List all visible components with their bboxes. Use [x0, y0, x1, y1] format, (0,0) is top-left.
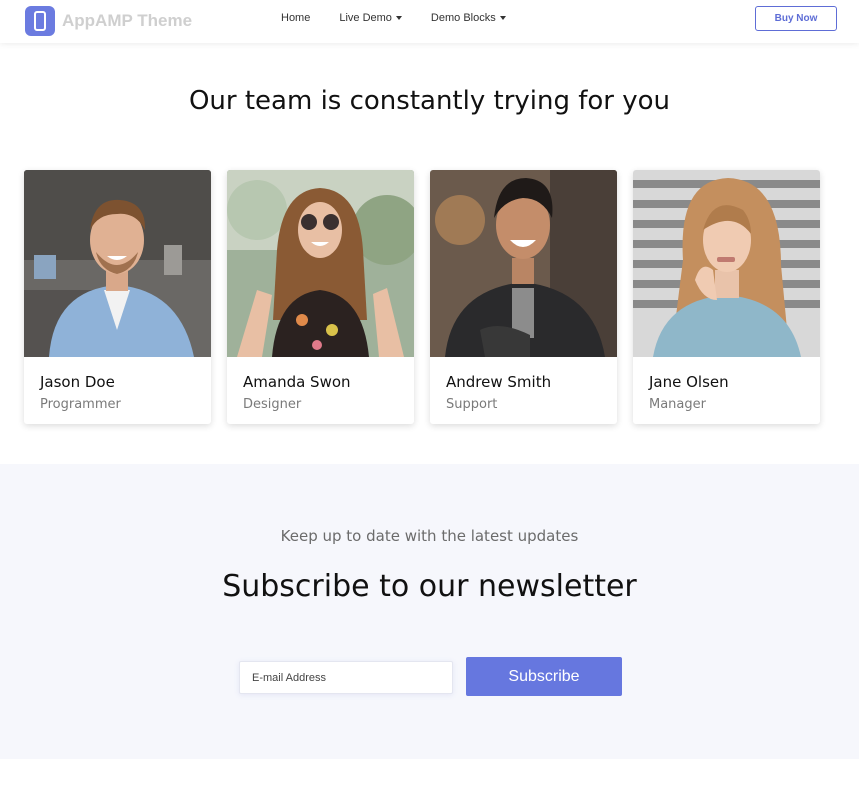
brand-name: AppAMP Theme [62, 11, 193, 30]
caret-down-icon [499, 16, 506, 20]
subscribe-button[interactable]: Subscribe [466, 657, 622, 696]
buy-now-button[interactable]: Buy Now [755, 6, 837, 31]
caret-down-icon [395, 16, 402, 20]
brand[interactable]: AppAMP Theme [25, 6, 192, 36]
team-card: Amanda Swon Designer [227, 170, 414, 424]
newsletter-subtitle: Keep up to date with the latest updates [280, 527, 579, 545]
newsletter-section: Keep up to date with the latest updates … [0, 464, 859, 759]
member-name: Jane Olsen [649, 373, 729, 391]
member-photo [633, 170, 820, 357]
member-role: Programmer [40, 397, 121, 412]
member-role: Support [446, 397, 498, 412]
member-role: Manager [649, 397, 706, 412]
member-name: Jason Doe [40, 373, 115, 391]
team-cards: Jason Doe Programmer Amanda Swon Designe… [24, 170, 820, 424]
nav-live-demo[interactable]: Live Demo [339, 12, 402, 24]
phone-icon [25, 6, 55, 36]
nav-home-label: Home [281, 12, 311, 24]
member-role: Designer [243, 397, 302, 412]
newsletter-title: Subscribe to our newsletter [222, 569, 637, 604]
team-card: Jane Olsen Manager [633, 170, 820, 424]
team-card: Jason Doe Programmer [24, 170, 211, 424]
nav-live-demo-label: Live Demo [339, 12, 392, 24]
member-photo [430, 170, 617, 357]
team-card: Andrew Smith Support [430, 170, 617, 424]
main-nav: Home Live Demo Demo Blocks [281, 12, 506, 24]
nav-home[interactable]: Home [281, 12, 310, 24]
member-photo [227, 170, 414, 357]
nav-demo-blocks[interactable]: Demo Blocks [431, 12, 506, 24]
team-section-title: Our team is constantly trying for you [188, 86, 671, 116]
member-name: Amanda Swon [243, 373, 351, 391]
member-name: Andrew Smith [446, 373, 552, 391]
top-navbar: AppAMP Theme Home Live Demo Demo Blocks … [0, 0, 859, 43]
email-field[interactable] [239, 661, 453, 694]
nav-demo-blocks-label: Demo Blocks [430, 12, 496, 24]
member-photo [24, 170, 211, 357]
